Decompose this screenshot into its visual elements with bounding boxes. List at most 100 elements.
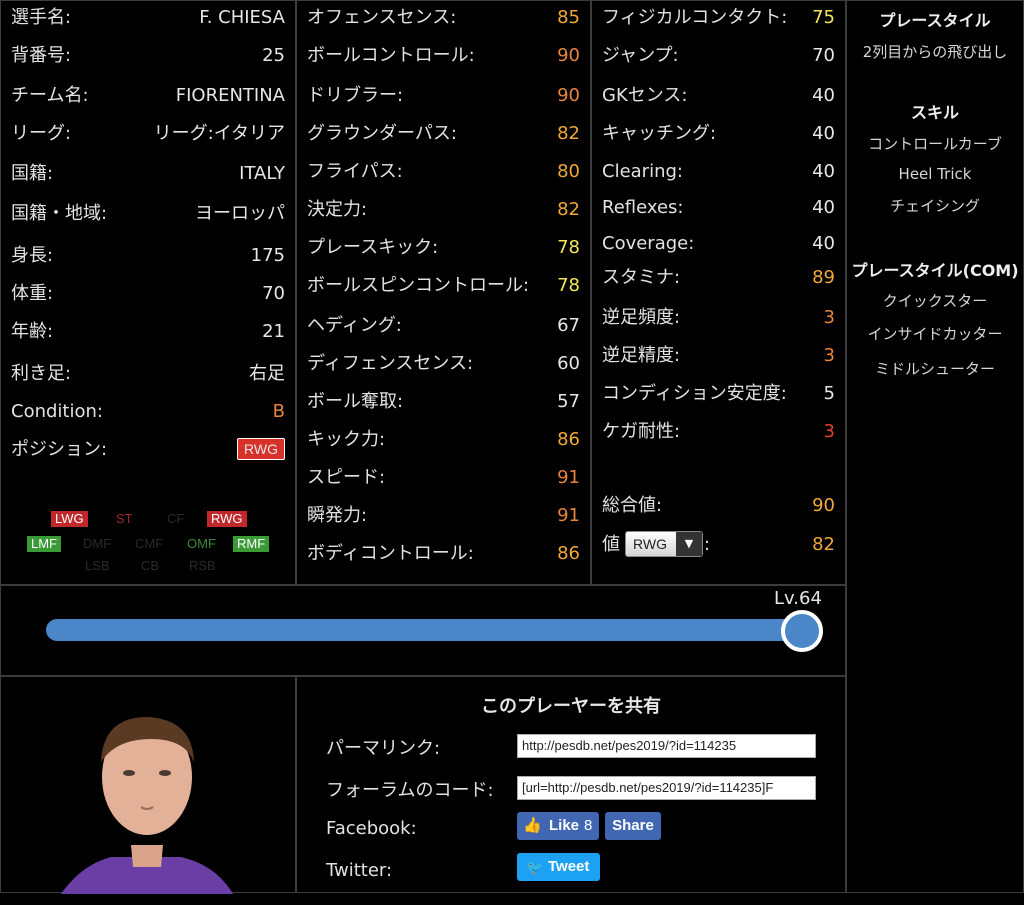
stat-value: 75 bbox=[812, 7, 835, 28]
stat-label: グラウンダーパス: bbox=[307, 123, 457, 144]
stat-value: 5 bbox=[823, 383, 835, 404]
chevron-down-icon: ▼ bbox=[676, 532, 702, 556]
stat-row: ヘディング: 67 bbox=[297, 311, 590, 341]
stat-row: ジャンプ: 70 bbox=[592, 41, 845, 71]
forum-code-field[interactable]: [url=http://pesdb.net/pes2019/?id=114235… bbox=[517, 776, 816, 800]
position-value-colon: : bbox=[704, 534, 711, 555]
level-label: Lv.64 bbox=[774, 588, 822, 609]
stat-row: グラウンダーパス: 82 bbox=[297, 119, 590, 149]
com-playstyle-title: プレースタイル(COM) bbox=[851, 261, 1019, 280]
position-chip: CMF bbox=[135, 536, 164, 551]
stat-row: ボディコントロール: 86 bbox=[297, 539, 590, 569]
stat-value: 80 bbox=[557, 161, 580, 182]
position-map: LWG ST CF RWG LMF DMF CMF OMF RMF LSB CB RSB bbox=[1, 1, 297, 586]
stat-label: ボールスピンコントロール: bbox=[307, 275, 530, 296]
stat-row: スタミナ: 89 bbox=[592, 263, 845, 293]
twitter-bird-icon: 🐦 bbox=[526, 859, 544, 875]
stat-label: Clearing: bbox=[602, 161, 683, 182]
stat-row: 決定力: 82 bbox=[297, 195, 590, 225]
stat-value: 40 bbox=[812, 233, 835, 254]
stat-row: ボールスピンコントロール: 78 bbox=[297, 271, 590, 301]
stat-label: ディフェンスセンス: bbox=[307, 353, 474, 374]
permalink-label: パーマリンク: bbox=[326, 738, 441, 759]
stat-label: 瞬発力: bbox=[307, 505, 368, 526]
stat-label: ヘディング: bbox=[307, 315, 402, 336]
stat-value: 67 bbox=[557, 315, 580, 336]
facebook-share-button[interactable]: Share bbox=[605, 812, 661, 840]
stat-row: ディフェンスセンス: 60 bbox=[297, 349, 590, 379]
stat-label: 逆足頻度: bbox=[602, 307, 681, 328]
stats-panel-1: オフェンスセンス: 85 ボールコントロール: 90 ドリブラー: 90 グラウンダーパス:… bbox=[296, 0, 591, 585]
position-chip: CF bbox=[167, 511, 185, 526]
position-value-row: 値 RWG ▼ : 82 bbox=[592, 530, 845, 560]
level-slider-fill bbox=[46, 619, 802, 641]
stat-label: GKセンス: bbox=[602, 85, 688, 106]
level-slider-track[interactable] bbox=[46, 619, 802, 641]
position-select-value: RWG bbox=[633, 536, 667, 552]
playstyle-value: 2列目からの飛び出し bbox=[862, 43, 1008, 61]
stat-label: Coverage: bbox=[602, 233, 695, 254]
skill-item: コントロールカーブ bbox=[868, 135, 1002, 153]
stat-row: フィジカルコンタクト: 75 bbox=[592, 3, 845, 33]
overall-row: 総合値: 90 bbox=[592, 491, 845, 521]
stat-label: フライパス: bbox=[307, 161, 403, 182]
stat-value: 60 bbox=[557, 353, 580, 374]
facebook-like-button[interactable]: 👍 Like 8 bbox=[517, 812, 599, 840]
twitter-label: Twitter: bbox=[326, 860, 393, 881]
stat-row: ボール奪取: 57 bbox=[297, 387, 590, 417]
stat-label: 決定力: bbox=[307, 199, 368, 220]
stat-label: ジャンプ: bbox=[602, 45, 679, 66]
stat-label: キック力: bbox=[307, 429, 386, 450]
stat-row: キック力: 86 bbox=[297, 425, 590, 455]
stat-value: 82 bbox=[557, 199, 580, 220]
stat-row: 瞬発力: 91 bbox=[297, 501, 590, 531]
stat-label: コンディション安定度: bbox=[602, 383, 787, 404]
position-chip: DMF bbox=[83, 536, 112, 551]
stat-label: 逆足精度: bbox=[602, 345, 681, 366]
position-chip: RMF bbox=[233, 536, 270, 552]
stat-value: 40 bbox=[812, 161, 835, 182]
stat-label: スタミナ: bbox=[602, 267, 681, 288]
player-photo bbox=[61, 717, 233, 894]
stat-value: 40 bbox=[812, 123, 835, 144]
stat-value: 40 bbox=[812, 197, 835, 218]
forum-code-label: フォーラムのコード: bbox=[326, 780, 494, 801]
stat-row: Coverage: 40 bbox=[592, 229, 845, 259]
stat-row: コンディション安定度: 5 bbox=[592, 379, 845, 409]
stat-value: 82 bbox=[557, 123, 580, 144]
position-select[interactable]: RWG ▼ bbox=[625, 531, 703, 557]
stat-label: キャッチング: bbox=[602, 123, 717, 144]
position-chip: RWG bbox=[207, 511, 247, 527]
stat-label: スピード: bbox=[307, 467, 386, 488]
position-chip: CB bbox=[141, 558, 160, 573]
position-chip: LWG bbox=[51, 511, 88, 527]
permalink-field[interactable]: http://pesdb.net/pes2019/?id=114235 bbox=[517, 734, 816, 758]
stat-label: ボディコントロール: bbox=[307, 543, 474, 564]
skill-item: チェイシング bbox=[889, 197, 980, 215]
share-title: このプレーヤーを共有 bbox=[481, 696, 661, 717]
stat-value: 57 bbox=[557, 391, 580, 412]
overall-label: 総合値: bbox=[602, 495, 663, 516]
stat-value: 91 bbox=[557, 467, 580, 488]
tweet-button[interactable]: 🐦 Tweet bbox=[517, 853, 600, 881]
stat-value: 78 bbox=[557, 237, 580, 258]
stat-value: 90 bbox=[557, 85, 580, 106]
stat-row: プレースキック: 78 bbox=[297, 233, 590, 263]
stat-row: Clearing: 40 bbox=[592, 157, 845, 187]
com-playstyle-item: クイックスター bbox=[882, 292, 988, 310]
stat-value: 3 bbox=[823, 421, 835, 442]
stat-value: 40 bbox=[812, 85, 835, 106]
stat-row: 逆足精度: 3 bbox=[592, 341, 845, 371]
stat-row: ケガ耐性: 3 bbox=[592, 417, 845, 447]
position-chip: OMF bbox=[187, 536, 216, 551]
thumbs-up-icon: 👍 bbox=[523, 817, 542, 834]
stat-label: プレースキック: bbox=[307, 237, 439, 258]
stat-label: Reflexes: bbox=[602, 197, 684, 218]
stat-row: キャッチング: 40 bbox=[592, 119, 845, 149]
stat-row: GKセンス: 40 bbox=[592, 81, 845, 111]
tweet-label: Tweet bbox=[548, 858, 590, 875]
overall-value: 90 bbox=[812, 495, 835, 516]
level-slider-handle[interactable] bbox=[781, 610, 823, 652]
stat-value: 86 bbox=[557, 543, 580, 564]
stat-value: 89 bbox=[812, 267, 835, 288]
